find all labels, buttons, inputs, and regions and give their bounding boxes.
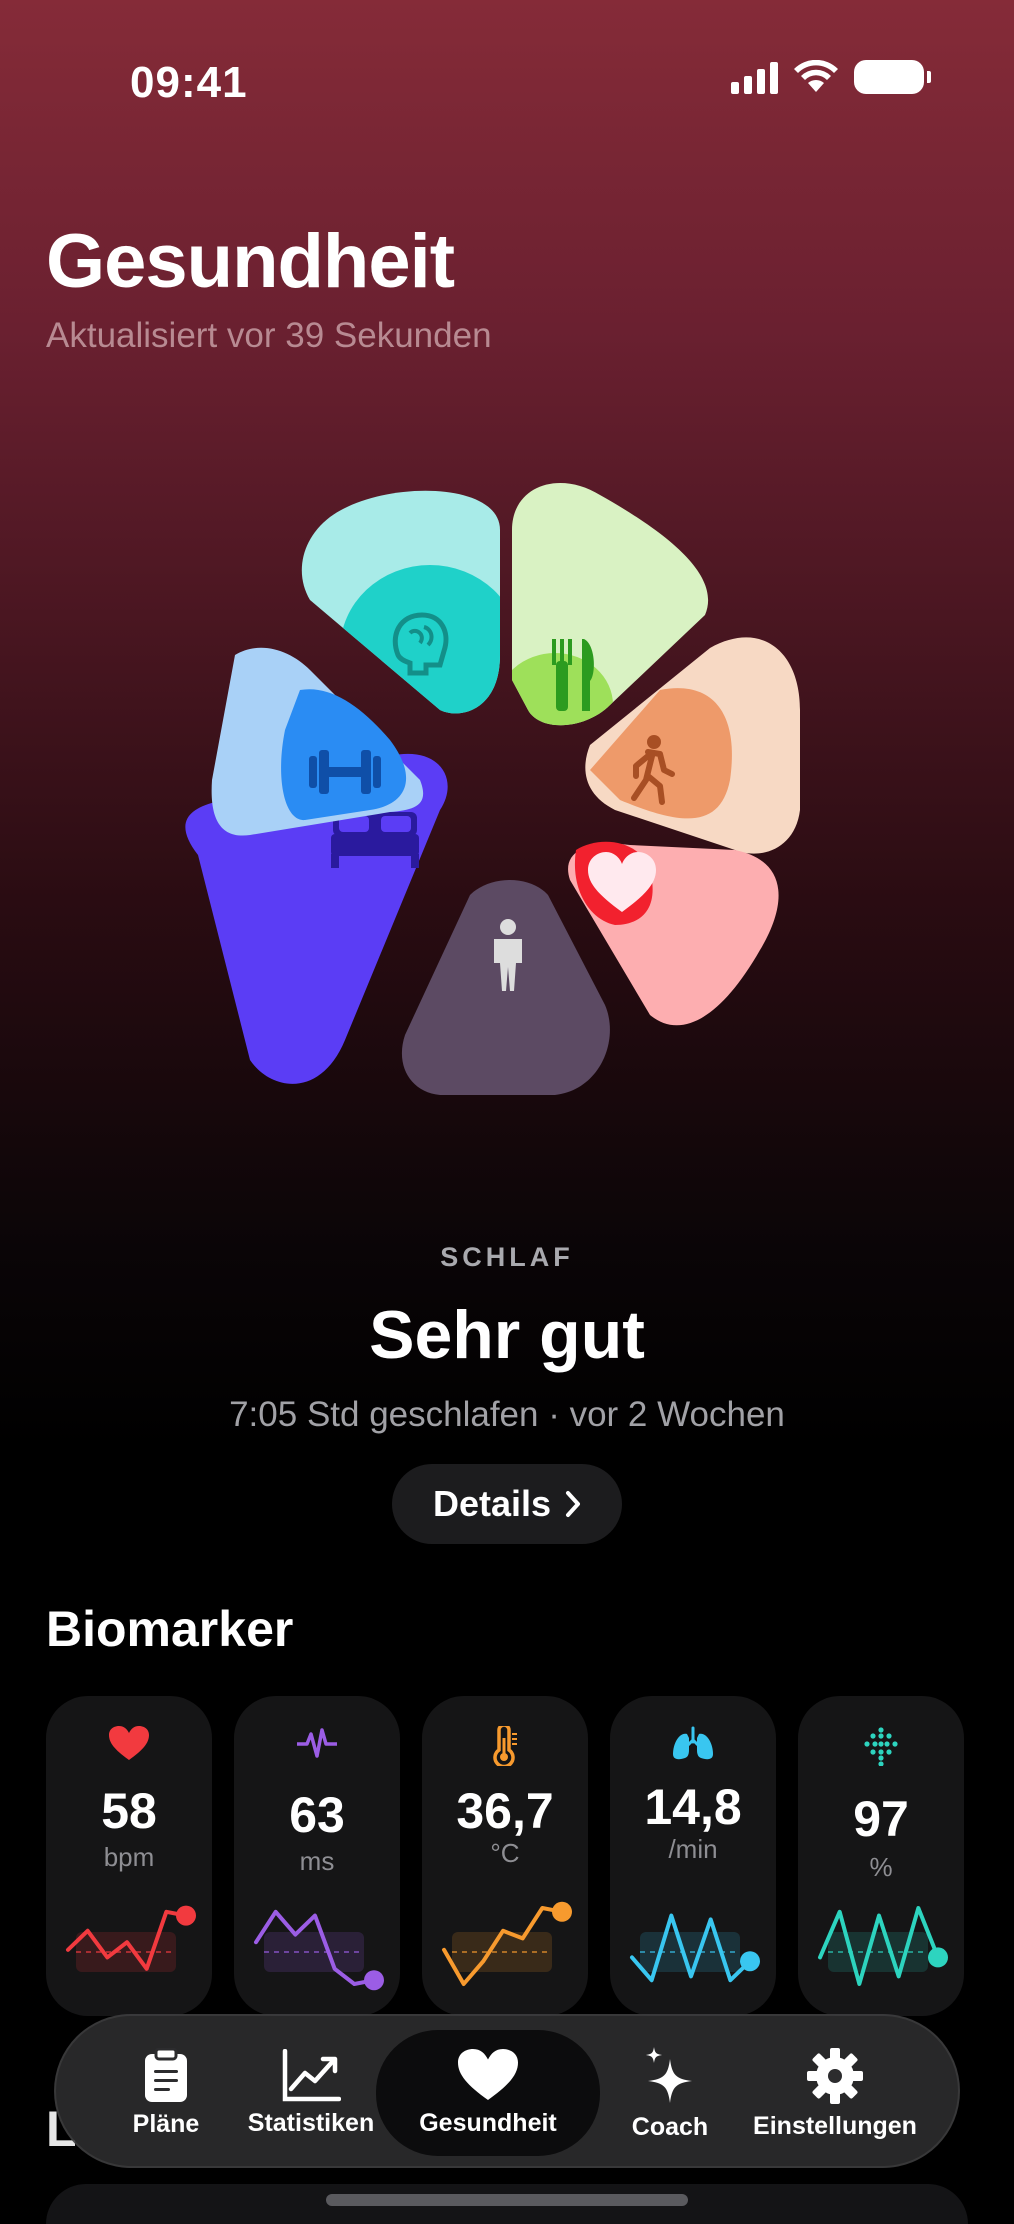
tab-gesundheit[interactable]: Gesundheit	[376, 2030, 600, 2156]
oxygen-value: 97	[853, 1791, 909, 1847]
details-label: Details	[432, 1483, 552, 1524]
biomarker-card-respiration[interactable]: 14,8 /min	[610, 1696, 776, 2016]
temperature-trend-chart	[442, 1901, 572, 1986]
oxygen-icon-dot	[884, 1741, 890, 1747]
heartbeat-icon	[297, 1728, 337, 1758]
clipboard-icon	[145, 2047, 187, 2102]
respiration-value: 14,8	[644, 1779, 742, 1835]
status-time: 09:41	[130, 58, 248, 107]
petal-body[interactable]	[401, 880, 610, 1095]
respiration-trend-chart	[630, 1913, 760, 1983]
sleep-rating: Sehr gut	[369, 1297, 645, 1373]
tab-gesundheit-label: Gesundheit	[419, 2108, 557, 2137]
latest-value-dot	[928, 1947, 948, 1968]
hrv-unit: ms	[299, 1846, 335, 1876]
oxygen-icon-dot	[878, 1755, 884, 1761]
tab-plaene[interactable]: Pläne	[96, 2016, 236, 2170]
oxygen-icon-dot	[886, 1749, 892, 1755]
gear-icon	[807, 2047, 863, 2104]
latest-value-dot	[552, 1901, 572, 1922]
oxygen-icon-dot	[886, 1733, 892, 1739]
tab-statistiken[interactable]: Statistiken	[236, 2016, 386, 2170]
heart-icon	[109, 1726, 149, 1760]
tab-einstellungen-label: Einstellungen	[753, 2111, 917, 2140]
biomarker-card-heart-rate[interactable]: 58 bpm	[46, 1696, 212, 2016]
chart-icon	[282, 2048, 341, 2101]
thermometer-icon	[493, 1726, 517, 1766]
tab-statistiken-label: Statistiken	[247, 2108, 375, 2137]
hrv-trend-chart	[254, 1909, 384, 1991]
details-button[interactable]: Details	[392, 1464, 622, 1544]
tab-einstellungen[interactable]: Einstellungen	[740, 2016, 930, 2170]
heart-rate-value: 58	[101, 1783, 157, 1839]
oxygen-icon-dot	[878, 1761, 884, 1766]
oxygen-icon-dot	[892, 1741, 898, 1747]
cellular-signal-icon	[731, 60, 778, 94]
tab-coach[interactable]: Coach	[600, 2016, 740, 2170]
biomarker-section-title: Biomarker	[46, 1601, 294, 1657]
lungs-icon	[673, 1726, 713, 1760]
category-label: SCHLAF	[440, 1242, 574, 1272]
latest-value-dot	[364, 1970, 384, 1991]
petal-fitness[interactable]	[211, 647, 424, 836]
tab-plaene-label: Pläne	[132, 2109, 200, 2138]
temperature-unit: °C	[490, 1838, 520, 1868]
temperature-value: 36,7	[456, 1783, 554, 1839]
oxygen-icon-dot	[872, 1741, 878, 1747]
biomarker-card-oxygen[interactable]: 97 %	[798, 1696, 964, 2016]
sleep-meta: 7:05 Std geschlafen · vor 2 Wochen	[229, 1395, 785, 1434]
page-title: Gesundheit	[46, 219, 455, 304]
sparkles-icon	[646, 2046, 692, 2103]
oxygen-icon-dot	[878, 1733, 884, 1739]
home-indicator	[326, 2194, 688, 2206]
biomarker-card-temperature[interactable]: 36,7 °C	[422, 1696, 588, 2016]
wifi-icon	[794, 60, 838, 92]
biomarker-cards: 58 bpm 63 ms 36,7 °C 14,8 /min 97 %	[46, 1696, 968, 2016]
oxygen-icon	[864, 1727, 898, 1766]
status-bar: 09:41	[0, 0, 1014, 160]
biomarker-card-hrv[interactable]: 63 ms	[234, 1696, 400, 2016]
oxygen-icon-dot	[870, 1749, 876, 1755]
oxygen-icon-dot	[864, 1741, 870, 1747]
oxygen-icon-dot	[878, 1749, 884, 1755]
last-updated-text: Aktualisiert vor 39 Sekunden	[46, 316, 492, 355]
oxygen-icon-dot	[878, 1741, 884, 1747]
battery-icon	[854, 60, 931, 94]
heart-rate-trend-chart	[66, 1905, 196, 1972]
heart-rate-unit: bpm	[103, 1842, 155, 1872]
latest-value-dot	[176, 1905, 196, 1926]
oxygen-trend-chart	[818, 1906, 948, 1986]
hrv-value: 63	[289, 1787, 345, 1843]
heart-icon	[458, 2048, 518, 2100]
tab-bar: Pläne Statistiken Gesundheit Coach Einst…	[54, 2014, 960, 2168]
respiration-unit: /min	[668, 1834, 718, 1864]
status-icons	[731, 60, 931, 94]
oxygen-icon-dot	[870, 1733, 876, 1739]
oxygen-icon-dot	[878, 1727, 884, 1733]
latest-value-dot	[740, 1951, 760, 1972]
chevron-right-icon	[566, 1491, 581, 1517]
oxygen-unit: %	[869, 1852, 893, 1882]
gear-hole	[828, 2068, 842, 2083]
health-flower	[185, 482, 800, 1095]
tab-coach-label: Coach	[631, 2112, 709, 2141]
